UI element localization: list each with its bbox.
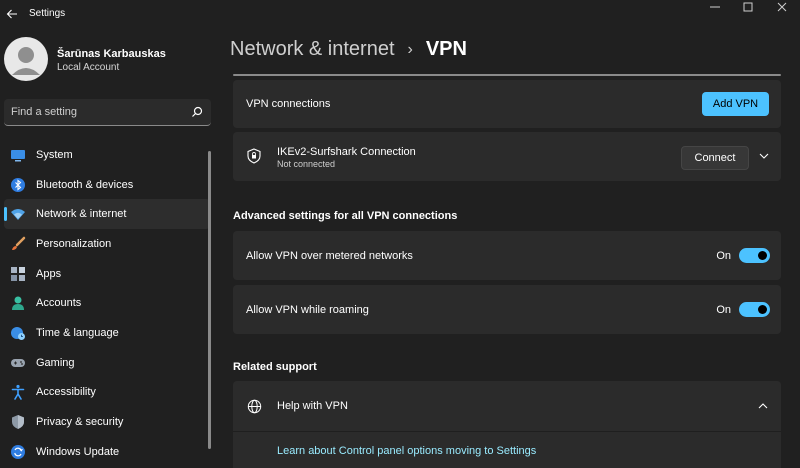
sidebar-item-system[interactable]: System [4, 140, 210, 170]
search-input[interactable] [11, 104, 181, 120]
back-button[interactable] [2, 4, 22, 24]
minimize-button[interactable] [698, 0, 732, 14]
close-button[interactable] [765, 0, 799, 14]
breadcrumb-separator: › [407, 40, 413, 58]
breadcrumb: Network & internet › VPN [230, 38, 467, 61]
roaming-setting: Allow VPN while roaming On [233, 285, 781, 334]
sidebar-item-bluetooth[interactable]: Bluetooth & devices [4, 170, 210, 200]
breadcrumb-parent[interactable]: Network & internet [230, 38, 395, 61]
help-with-vpn-title: Help with VPN [277, 400, 348, 412]
sidebar-item-label: Accessibility [36, 386, 96, 399]
back-arrow-icon [6, 9, 17, 19]
sidebar-item-label: Accounts [36, 297, 82, 310]
vpn-connections-label: VPN connections [246, 98, 331, 110]
vpn-connection-name: IKEv2-Surfshark Connection [277, 146, 416, 158]
sidebar-item-accessibility[interactable]: Accessibility [4, 378, 210, 408]
toggle-state: On [716, 304, 731, 316]
page-title: VPN [425, 38, 467, 60]
close-icon [777, 2, 787, 12]
vpn-connection-status: Not connected [277, 159, 336, 169]
toggle-knob [758, 305, 767, 314]
maximize-icon [743, 2, 753, 12]
globe-icon [247, 399, 262, 414]
metered-networks-setting: Allow VPN over metered networks On [233, 231, 781, 280]
sidebar-item-label: Gaming [36, 356, 75, 369]
metered-networks-toggle[interactable] [739, 248, 770, 263]
window-title: Settings [29, 8, 66, 19]
vpn-shield-icon [247, 148, 261, 164]
shield-icon [10, 414, 26, 430]
search-box[interactable] [4, 99, 211, 126]
update-icon [10, 444, 26, 460]
search-icon[interactable] [191, 106, 203, 118]
globe-clock-icon [10, 325, 26, 341]
sidebar-item-windows-update[interactable]: Windows Update [4, 437, 210, 467]
sidebar-item-apps[interactable]: Apps [4, 259, 210, 289]
advanced-settings-heading: Advanced settings for all VPN connection… [233, 210, 458, 222]
sidebar-item-label: Windows Update [36, 445, 120, 458]
accessibility-icon [10, 384, 26, 401]
sidebar-item-network[interactable]: Network & internet [4, 199, 210, 230]
apps-icon [10, 266, 26, 282]
help-with-vpn-header[interactable]: Help with VPN [233, 381, 781, 431]
toggle-state: On [716, 250, 731, 262]
sidebar-item-gaming[interactable]: Gaming [4, 348, 210, 378]
gamepad-icon [10, 355, 26, 371]
vpn-connections-card: VPN connections Add VPN [233, 80, 781, 128]
sidebar-item-accounts[interactable]: Accounts [4, 288, 210, 318]
sidebar-item-time-language[interactable]: Time & language [4, 318, 210, 348]
sidebar-item-label: Privacy & security [36, 416, 124, 429]
chevron-down-icon[interactable] [757, 149, 771, 163]
sidebar-scrollbar[interactable] [208, 151, 211, 449]
avatar[interactable] [4, 37, 48, 81]
toggle-knob [758, 251, 767, 260]
vpn-connection-card[interactable]: IKEv2-Surfshark Connection Not connected… [233, 132, 781, 181]
roaming-toggle[interactable] [739, 302, 770, 317]
account-type: Local Account [57, 62, 120, 73]
connect-button[interactable]: Connect [681, 146, 749, 170]
paintbrush-icon [10, 236, 26, 252]
wifi-icon [10, 206, 26, 222]
sidebar-item-label: Bluetooth & devices [36, 178, 134, 191]
sidebar-item-label: Network & internet [36, 208, 127, 221]
monitor-icon [10, 147, 26, 163]
sidebar-item-label: Time & language [36, 326, 119, 339]
sidebar-item-label: Apps [36, 267, 62, 280]
sidebar-item-privacy[interactable]: Privacy & security [4, 407, 210, 437]
chevron-up-icon[interactable] [756, 399, 770, 413]
user-silhouette-icon [12, 47, 40, 75]
divider [233, 431, 781, 432]
setting-label: Allow VPN over metered networks [246, 250, 413, 262]
control-panel-link[interactable]: Learn about Control panel options moving… [277, 445, 536, 457]
bluetooth-icon [10, 177, 26, 193]
title-bar: Settings [0, 0, 800, 28]
user-name: Šarūnas Karbauskas [57, 48, 166, 60]
content-scroll-indicator [233, 74, 781, 76]
minimize-icon [710, 6, 720, 8]
sidebar-item-personalization[interactable]: Personalization [4, 229, 210, 259]
setting-label: Allow VPN while roaming [246, 304, 369, 316]
person-icon [10, 295, 26, 311]
related-support-heading: Related support [233, 361, 317, 373]
sidebar-item-label: Personalization [36, 237, 112, 250]
sidebar-item-label: System [36, 148, 73, 161]
sidebar-nav: System Bluetooth & devices Network & int… [4, 140, 210, 467]
maximize-button[interactable] [731, 0, 765, 14]
add-vpn-button[interactable]: Add VPN [702, 92, 769, 116]
